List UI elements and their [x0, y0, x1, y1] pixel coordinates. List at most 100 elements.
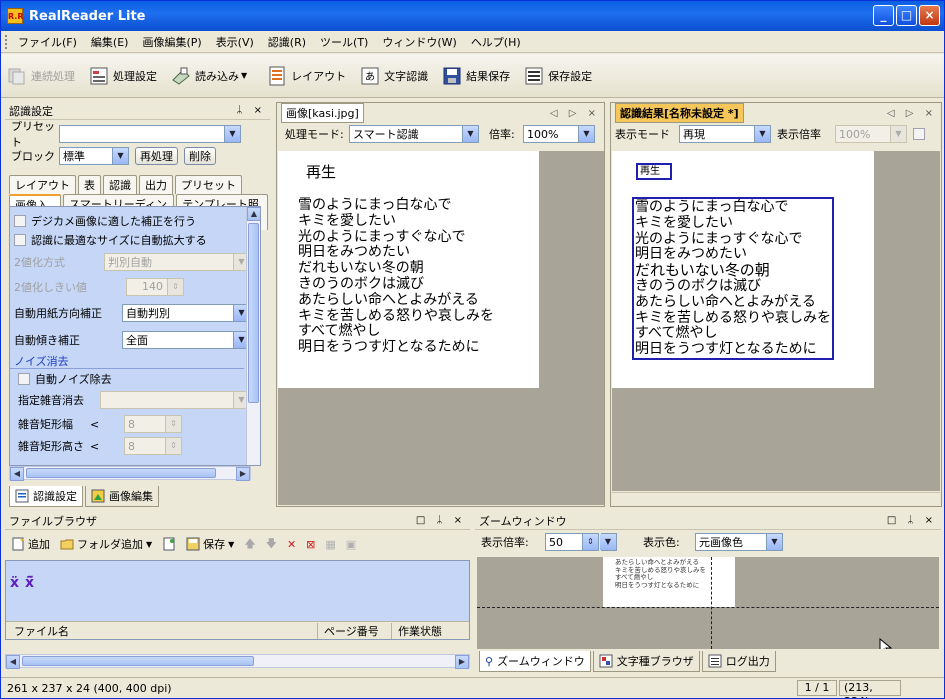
zoom-preset-dropdown[interactable]: ▼	[600, 533, 617, 551]
scroll-thumb[interactable]	[26, 468, 216, 478]
process-settings-button[interactable]: 処理設定	[89, 66, 157, 86]
file-horizontal-scrollbar[interactable]: ◀ ▶	[5, 654, 470, 669]
spinner-icon[interactable]: ⇕	[165, 438, 181, 454]
move-up-icon[interactable]: 🡅	[244, 535, 255, 554]
tab-image-edit[interactable]: 画像編集	[85, 486, 159, 507]
save-result-button[interactable]: 結果保存	[442, 66, 510, 86]
menu-edit[interactable]: 編集(E)	[84, 34, 136, 50]
result-horizontal-scrollbar[interactable]	[612, 492, 940, 504]
properties-icon[interactable]	[162, 537, 176, 551]
panel-pin-close-icons[interactable]: ᛦ ×	[236, 105, 266, 116]
checkbox[interactable]	[14, 233, 26, 246]
tab-recognition-settings[interactable]: 認識設定	[9, 486, 83, 507]
auto-noise-option[interactable]: 自動ノイズ除去	[10, 369, 260, 388]
chevron-down-icon[interactable]: ▼	[600, 534, 616, 550]
text-block[interactable]: 雪のようにまっ白な心で キミを愛したい 光のようにまっすぐな心で 明日をみつめた…	[632, 197, 834, 360]
chevron-down-icon[interactable]: ▼	[766, 534, 782, 550]
preset-select[interactable]: ▼	[59, 125, 241, 143]
display-color-select[interactable]: 元画像色 ▼	[695, 533, 783, 551]
tab-table[interactable]: 表	[78, 175, 101, 194]
tab-nav-close-icons[interactable]: ◁ ▷ ×	[887, 108, 937, 119]
column-page-number[interactable]: ページ番号	[318, 622, 392, 639]
settings-horizontal-scrollbar[interactable]: ◀ ▶	[9, 466, 251, 481]
ocr-button[interactable]: あ 文字認識	[360, 66, 428, 86]
result-document-tab[interactable]: 認識結果[名称未設定 *]	[615, 103, 744, 123]
menu-help[interactable]: ヘルプ(H)	[464, 34, 528, 50]
print-icon[interactable]: ▦	[325, 538, 335, 551]
add-file-button[interactable]: 追加	[11, 536, 50, 552]
save-settings-button[interactable]: 保存設定	[524, 66, 592, 86]
auto-enlarge-option[interactable]: 認識に最適なサイズに自動拡大する	[10, 230, 260, 249]
scroll-left-icon[interactable]: ◀	[10, 467, 24, 481]
process-mode-select[interactable]: スマート認識 ▼	[349, 125, 479, 143]
binarize-threshold-stepper[interactable]: 140 ⇕	[126, 277, 184, 296]
chevron-down-icon[interactable]: ▼	[754, 126, 770, 142]
tab-log-output[interactable]: ログ出力	[701, 651, 776, 672]
scroll-thumb[interactable]	[22, 656, 254, 666]
chevron-down-icon[interactable]: ▼	[146, 540, 152, 549]
spinner-icon[interactable]: ⇕	[582, 534, 598, 550]
chevron-down-icon[interactable]: ▼	[112, 148, 128, 164]
menu-recognize[interactable]: 認識(R)	[261, 34, 313, 50]
menu-tools[interactable]: ツール(T)	[313, 34, 375, 50]
image-document-tab[interactable]: 画像[kasi.jpg]	[281, 103, 364, 123]
marker-icon[interactable]: ẍ	[10, 575, 19, 591]
add-folder-button[interactable]: フォルダ追加 ▼	[60, 536, 152, 552]
block-select[interactable]: 標準 ▼	[59, 147, 129, 165]
panel-window-controls[interactable]: □ ᛦ ×	[416, 515, 466, 526]
zoom-level-stepper[interactable]: 50 ⇕	[545, 533, 599, 551]
chevron-down-icon[interactable]: ▼	[228, 540, 234, 549]
chevron-down-icon[interactable]: ▼	[890, 126, 906, 142]
binarize-method-select[interactable]: 判別自動 ▼	[104, 252, 250, 271]
zoom-preview[interactable]: あたらしい命へとよみがえる キミを苦しめる怒りや哀しみを すべて燃やし 明日をう…	[477, 557, 939, 649]
minimize-button[interactable]: _	[873, 5, 894, 26]
layout-button[interactable]: レイアウト	[267, 66, 346, 86]
settings-vertical-scrollbar[interactable]: ▲	[246, 207, 260, 465]
scroll-thumb[interactable]	[248, 223, 259, 403]
scroll-up-icon[interactable]: ▲	[247, 207, 260, 221]
noise-rect-height-stepper[interactable]: 8 ⇕	[124, 437, 182, 455]
camera-correction-option[interactable]: デジカメ画像に適した補正を行う	[10, 211, 260, 230]
chevron-down-icon[interactable]: ▼	[578, 126, 594, 142]
tab-nav-close-icons[interactable]: ◁ ▷ ×	[550, 108, 600, 119]
zoom-select[interactable]: 100% ▼	[523, 125, 595, 143]
noise-rect-width-stepper[interactable]: 8 ⇕	[124, 415, 182, 433]
checkbox[interactable]	[14, 214, 26, 227]
delete-icon[interactable]: ✕	[287, 538, 296, 551]
result-canvas[interactable]: 再生 雪のようにまっ白な心で キミを愛したい 光のようにまっすぐな心で 明日をみ…	[612, 151, 940, 491]
tab-output[interactable]: 出力	[139, 175, 173, 194]
scroll-right-icon[interactable]: ▶	[455, 655, 469, 669]
reprocess-button[interactable]: 再処理	[135, 147, 178, 165]
menu-window[interactable]: ウィンドウ(W)	[375, 34, 463, 50]
display-zoom-select[interactable]: 100% ▼	[835, 125, 907, 143]
file-list[interactable]: ẍ ẍ̈ ファイル名 ページ番号 作業状態	[5, 560, 470, 640]
maximize-button[interactable]: □	[896, 5, 917, 26]
load-button[interactable]: 読み込み ▼	[171, 66, 253, 86]
scroll-right-icon[interactable]: ▶	[236, 467, 250, 481]
move-down-icon[interactable]: 🡇	[266, 535, 277, 554]
panel-window-controls[interactable]: □ ᛦ ×	[887, 515, 937, 526]
load-dropdown-icon[interactable]: ▼	[241, 71, 247, 80]
display-mode-select[interactable]: 再現 ▼	[679, 125, 771, 143]
chevron-down-icon[interactable]: ▼	[224, 126, 240, 142]
spinner-icon[interactable]: ⇕	[165, 416, 181, 432]
delete-all-icon[interactable]: ⊠	[306, 538, 315, 551]
image-canvas[interactable]: 再生 雪のようにまっ白な心で キミを愛したい 光のようにまっすぐな心で 明日をみ…	[278, 151, 604, 505]
tab-char-type-browser[interactable]: 文字種ブラウザ	[592, 651, 700, 672]
tab-layout[interactable]: レイアウト	[9, 175, 76, 194]
delete-button[interactable]: 削除	[184, 147, 216, 165]
chevron-down-icon[interactable]: ▼	[462, 126, 478, 142]
tab-zoom-window[interactable]: ⚲ ズームウィンドウ	[479, 651, 591, 672]
specified-noise-select[interactable]: ▼	[100, 391, 250, 409]
menu-file[interactable]: ファイル(F)	[11, 34, 84, 50]
auto-paper-direction-select[interactable]: 自動判別 ▼	[122, 303, 250, 322]
column-status[interactable]: 作業状態	[392, 623, 442, 639]
export-icon[interactable]: ▣	[346, 538, 356, 551]
batch-process-button[interactable]: 連続処理	[7, 66, 75, 86]
save-file-button[interactable]: 保存 ▼	[186, 536, 234, 552]
column-filename[interactable]: ファイル名	[6, 622, 318, 639]
marker-double-icon[interactable]: ẍ̈	[25, 575, 34, 591]
display-option-checkbox[interactable]	[913, 128, 925, 140]
tab-recognition[interactable]: 認識	[103, 175, 137, 194]
menu-image-edit[interactable]: 画像編集(P)	[135, 34, 208, 50]
